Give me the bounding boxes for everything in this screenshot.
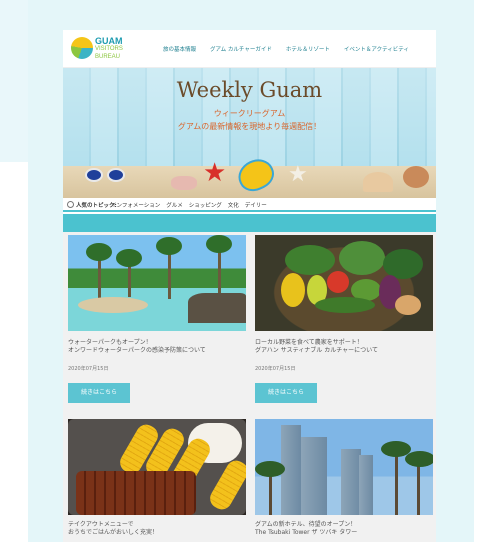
article-title-line-1: ウォーターパークもオープン！ xyxy=(68,339,152,346)
article-title[interactable]: グアムの新ホテル、待望のオープン！ The Tsubaki Tower ザ ツバ… xyxy=(255,521,433,537)
topics-icon xyxy=(67,201,74,208)
section-divider-bar xyxy=(63,214,436,232)
article-title[interactable]: テイクアウトメニューで おうちでごはんがおいしく充実！ xyxy=(68,521,246,537)
nav-item-culture-guide[interactable]: グアム カルチャーガイド xyxy=(210,45,272,53)
guam-visitors-bureau-logo[interactable]: GUAM VISITORS BUREAU xyxy=(71,35,131,63)
article-image-water-park[interactable] xyxy=(68,235,246,331)
article-title[interactable]: ローカル野菜を食べて農家をサポート！ グアハン サスティナブル カルチャーについ… xyxy=(255,339,433,355)
logo-subtitle-2: BUREAU xyxy=(95,54,121,60)
hero-title: Weekly Guam xyxy=(176,78,323,102)
coral-icon xyxy=(171,176,197,190)
screenshot-canvas: GUAM VISITORS BUREAU 旅の基本情報 グアム カルチャーガイド… xyxy=(0,0,482,542)
article-title-line-1: グアムの新ホテル、待望のオープン！ xyxy=(255,521,357,528)
read-more-button[interactable]: 続きはこちら xyxy=(255,383,317,403)
red-starfish-icon: ★ xyxy=(203,158,227,188)
topic-daily[interactable]: デイリー xyxy=(245,201,267,209)
topics-list: インフォメーション グルメ ショッピング 文化 デイリー xyxy=(111,201,267,209)
hero-subtitle: ウィークリーグアム xyxy=(213,109,286,118)
site-header: GUAM VISITORS BUREAU 旅の基本情報 グアム カルチャーガイド… xyxy=(63,30,436,68)
main-nav: 旅の基本情報 グアム カルチャーガイド ホテル＆リゾート イベント＆アクティビテ… xyxy=(163,45,409,53)
article-date: 2020年07月15日 xyxy=(255,366,296,372)
white-starfish-icon: ★ xyxy=(288,162,308,187)
logo-mark-icon xyxy=(71,37,93,59)
article-title-line-1: テイクアウトメニューで xyxy=(68,521,134,528)
article-title-line-1: ローカル野菜を食べて農家をサポート！ xyxy=(255,339,363,346)
article-title-line-2: オンワードウォーターパークの感染予防策について xyxy=(68,347,206,354)
read-more-button[interactable]: 続きはこちら xyxy=(68,383,130,403)
article-image-hotel[interactable] xyxy=(255,419,433,515)
topic-culture[interactable]: 文化 xyxy=(228,201,239,209)
nav-item-events-activities[interactable]: イベント＆アクティビティ xyxy=(344,45,409,53)
topic-information[interactable]: インフォメーション xyxy=(111,201,160,209)
nav-item-hotels-resorts[interactable]: ホテル＆リゾート xyxy=(286,45,330,53)
article-title-line-2: The Tsubaki Tower ザ ツバキ タワー xyxy=(255,529,358,536)
article-title-line-2: グアハン サスティナブル カルチャーについて xyxy=(255,347,378,354)
hero-tagline: グアムの最新情報を現地より毎週配信！ xyxy=(177,122,322,131)
hero-banner: Weekly Guam ウィークリーグアム グアムの最新情報を現地より毎週配信！… xyxy=(63,68,436,198)
article-date: 2020年07月15日 xyxy=(68,366,109,372)
article-title-line-2: おうちでごはんがおいしく充実！ xyxy=(68,529,159,536)
logo-text: GUAM VISITORS BUREAU xyxy=(95,37,123,61)
web-page: GUAM VISITORS BUREAU 旅の基本情報 グアム カルチャーガイド… xyxy=(63,30,436,542)
logo-subtitle-1: VISITORS xyxy=(95,46,123,52)
article-title[interactable]: ウォーターパークもオープン！ オンワードウォーターパークの感染予防策について xyxy=(68,339,246,355)
seashell-icon xyxy=(403,166,429,188)
topic-gourmet[interactable]: グルメ xyxy=(166,201,183,209)
article-image-takeout-meal[interactable] xyxy=(68,419,246,515)
article-image-vegetables[interactable] xyxy=(255,235,433,331)
logo-title: GUAM xyxy=(95,36,123,46)
popular-topics-bar: 人気のトピック: インフォメーション グルメ ショッピング 文化 デイリー xyxy=(63,198,436,212)
sunglasses-icon xyxy=(85,168,131,184)
shell-icon xyxy=(363,172,393,192)
topic-shopping[interactable]: ショッピング xyxy=(189,201,222,209)
nav-item-travel-basics[interactable]: 旅の基本情報 xyxy=(163,45,196,53)
